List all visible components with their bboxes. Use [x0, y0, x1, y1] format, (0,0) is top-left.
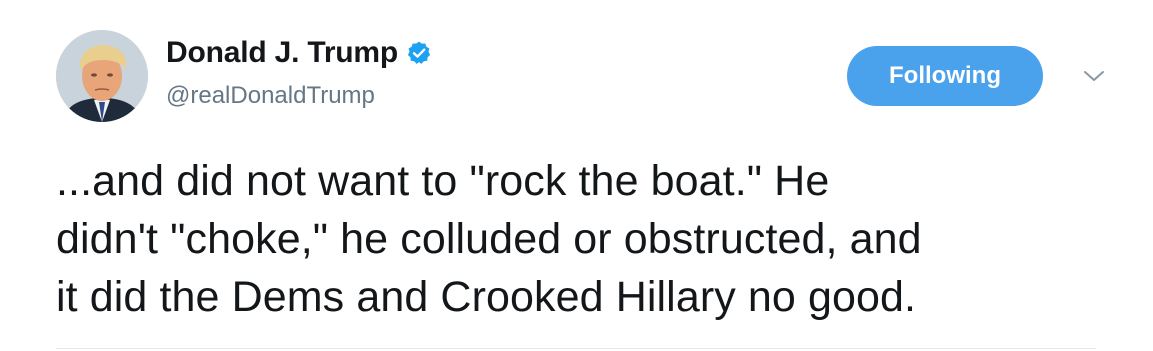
tweet-card: Donald J. Trump @realDonaldTrump Followi…	[0, 0, 1153, 351]
author-display-name[interactable]: Donald J. Trump	[166, 36, 398, 70]
author-name-row[interactable]: Donald J. Trump	[166, 36, 432, 70]
avatar[interactable]	[56, 30, 148, 122]
tweet-text-line: ...and did not want to "rock the boat." …	[56, 157, 830, 205]
divider	[56, 348, 1096, 349]
profile-photo-icon	[56, 30, 148, 122]
chevron-down-icon[interactable]	[1082, 66, 1106, 86]
author-handle[interactable]: @realDonaldTrump	[166, 82, 375, 110]
following-button[interactable]: Following	[847, 46, 1043, 106]
verified-badge-icon	[406, 40, 432, 66]
tweet-text: ...and did not want to "rock the boat." …	[56, 152, 1136, 326]
tweet-text-line: didn't "choke," he colluded or obstructe…	[56, 215, 922, 263]
tweet-text-line: it did the Dems and Crooked Hillary no g…	[56, 273, 917, 321]
